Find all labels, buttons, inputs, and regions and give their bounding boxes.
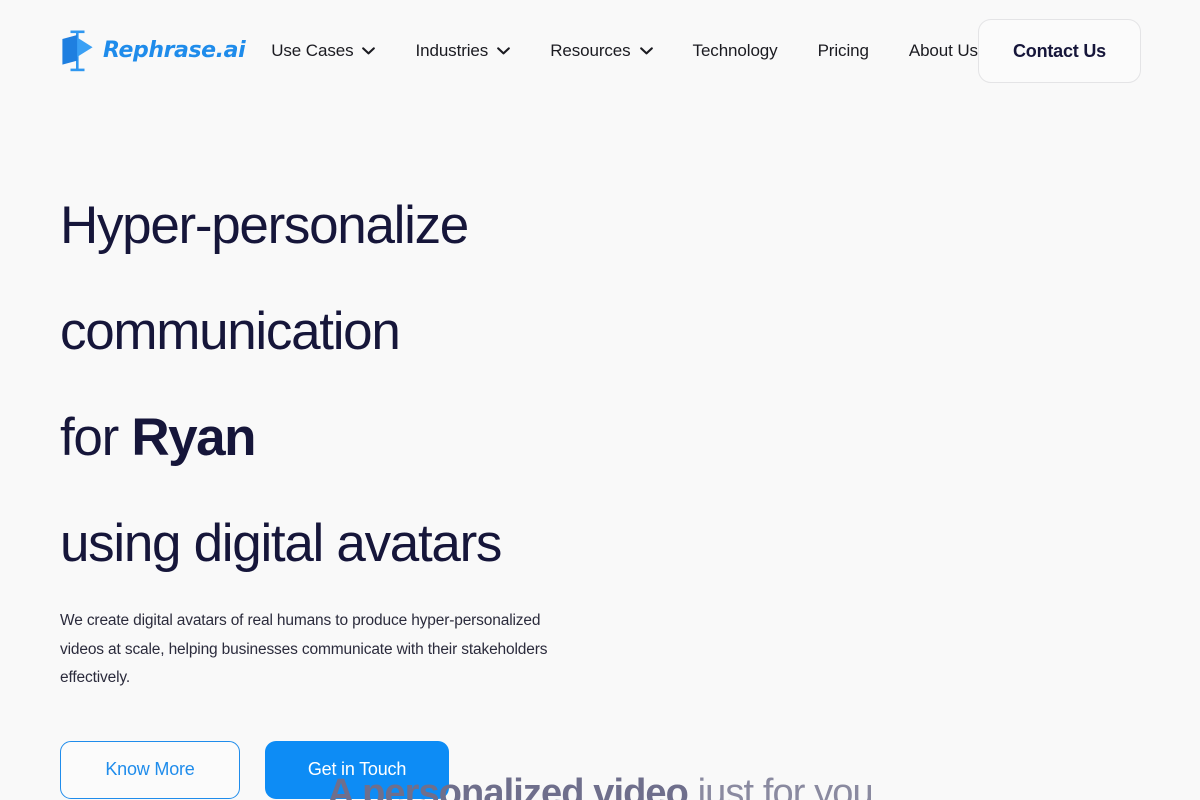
brand-logo-link[interactable]: Rephrase.ai [60, 30, 246, 72]
contact-us-button[interactable]: Contact Us [977, 19, 1141, 83]
next-section-heading-rest: just for you [687, 772, 874, 800]
page-title: Hyper-personalize communication for Ryan… [60, 146, 680, 570]
hero-title-line-2: communication [60, 302, 401, 361]
nav-item-industries[interactable]: Industries [415, 33, 511, 69]
chevron-down-icon [639, 47, 653, 55]
hero-section: Hyper-personalize communication for Ryan… [60, 102, 680, 799]
nav-item-about-us[interactable]: About Us [909, 33, 978, 69]
flag-play-icon [62, 30, 93, 72]
hero-subtitle: We create digital avatars of real humans… [60, 612, 548, 686]
hero-title-personalized-name: Ryan [131, 408, 256, 467]
nav-item-technology[interactable]: Technology [693, 33, 778, 69]
nav-label: Use Cases [271, 41, 354, 60]
nav-item-use-cases[interactable]: Use Cases [271, 33, 376, 69]
nav-label: Pricing [817, 41, 869, 60]
nav-label: About Us [908, 41, 978, 60]
primary-navigation: Use Cases Industries Resources Technolog… [271, 19, 1141, 83]
nav-item-pricing[interactable]: Pricing [818, 33, 869, 69]
page-root: Rephrase.ai Use Cases Industries Resourc… [0, 0, 1200, 800]
nav-label: Industries [415, 41, 489, 60]
hero-title-line-4: using digital avatars [60, 514, 502, 573]
brand-name: Rephrase.ai [103, 38, 246, 63]
nav-item-resources[interactable]: Resources [550, 33, 653, 69]
chevron-down-icon [497, 47, 511, 55]
hero-title-line-1: Hyper-personalize [60, 196, 469, 255]
nav-label: Resources [550, 41, 631, 60]
next-section-heading-strong: A personalized video [327, 772, 689, 800]
nav-label: Technology [692, 41, 778, 60]
chevron-down-icon [362, 47, 376, 55]
hero-title-line-3-prefix: for [60, 408, 132, 467]
next-section-heading: A personalized video just for you [0, 770, 1200, 800]
site-header: Rephrase.ai Use Cases Industries Resourc… [0, 0, 1200, 102]
